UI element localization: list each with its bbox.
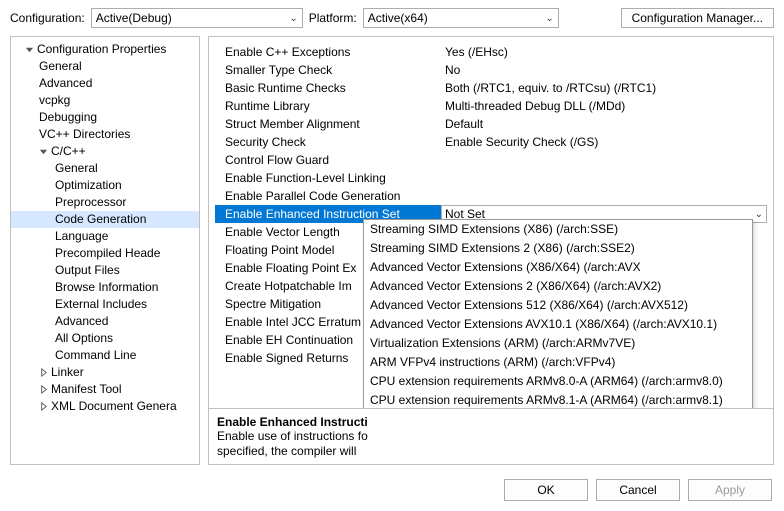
property-value: Multi-threaded Debug DLL (/MDd) xyxy=(441,99,765,113)
ok-button[interactable]: OK xyxy=(504,479,588,501)
tree-item-vcdirs[interactable]: VC++ Directories xyxy=(11,126,199,143)
apply-button[interactable]: Apply xyxy=(688,479,772,501)
property-tree: Configuration Properties General Advance… xyxy=(11,37,199,419)
description-text-2: specified, the compiler will xyxy=(217,444,765,459)
instruction-set-dropdown[interactable]: Streaming SIMD Extensions (X86) (/arch:S… xyxy=(363,219,753,408)
tree-item-cc-codegen[interactable]: Code Generation xyxy=(11,211,199,228)
property-name: Enable C++ Exceptions xyxy=(215,45,441,59)
dropdown-option[interactable]: CPU extension requirements ARMv8.0-A (AR… xyxy=(364,372,752,391)
tree-root-config-props[interactable]: Configuration Properties xyxy=(11,41,199,58)
property-value: Both (/RTC1, equiv. to /RTCsu) (/RTC1) xyxy=(441,81,765,95)
tree-item-advanced[interactable]: Advanced xyxy=(11,75,199,92)
tree-item-cc-pch[interactable]: Precompiled Heade xyxy=(11,245,199,262)
triangle-down-icon xyxy=(37,147,49,156)
property-grid: Enable C++ ExceptionsYes (/EHsc)Smaller … xyxy=(209,37,773,408)
property-name: Basic Runtime Checks xyxy=(215,81,441,95)
tree-item-cc-advanced[interactable]: Advanced xyxy=(11,313,199,330)
property-name: Control Flow Guard xyxy=(215,153,441,167)
dropdown-option[interactable]: Streaming SIMD Extensions 2 (X86) (/arch… xyxy=(364,239,752,258)
config-label: Configuration: xyxy=(10,11,85,25)
tree-item-manifest[interactable]: Manifest Tool xyxy=(11,381,199,398)
configuration-value: Active(Debug) xyxy=(96,11,172,25)
property-row[interactable]: Runtime LibraryMulti-threaded Debug DLL … xyxy=(215,97,765,115)
property-row[interactable]: Security CheckEnable Security Check (/GS… xyxy=(215,133,765,151)
platform-select[interactable]: Active(x64) ⌄ xyxy=(363,8,559,28)
property-name: Enable Parallel Code Generation xyxy=(215,189,441,203)
tree-item-cc-browse[interactable]: Browse Information xyxy=(11,279,199,296)
dropdown-option[interactable]: CPU extension requirements ARMv8.1-A (AR… xyxy=(364,391,752,408)
chevron-down-icon: ⌄ xyxy=(289,13,297,24)
platform-label: Platform: xyxy=(309,11,357,25)
property-row[interactable]: Smaller Type CheckNo xyxy=(215,61,765,79)
property-value: No xyxy=(441,63,765,77)
cancel-button[interactable]: Cancel xyxy=(596,479,680,501)
dropdown-option[interactable]: Advanced Vector Extensions (X86/X64) (/a… xyxy=(364,258,752,277)
property-row[interactable]: Enable Function-Level Linking xyxy=(215,169,765,187)
description-title: Enable Enhanced Instructi xyxy=(217,415,765,429)
tree-item-general[interactable]: General xyxy=(11,58,199,75)
content-split: Configuration Properties General Advance… xyxy=(0,36,784,473)
property-row[interactable]: Enable Parallel Code Generation xyxy=(215,187,765,205)
dropdown-option[interactable]: Streaming SIMD Extensions (X86) (/arch:S… xyxy=(364,220,752,239)
property-row[interactable]: Basic Runtime ChecksBoth (/RTC1, equiv. … xyxy=(215,79,765,97)
property-pane: Enable C++ ExceptionsYes (/EHsc)Smaller … xyxy=(208,36,774,465)
tree-item-cc-extincl[interactable]: External Includes xyxy=(11,296,199,313)
property-row[interactable]: Control Flow Guard xyxy=(215,151,765,169)
dropdown-option[interactable]: Advanced Vector Extensions 512 (X86/X64)… xyxy=(364,296,752,315)
property-row[interactable]: Struct Member AlignmentDefault xyxy=(215,115,765,133)
platform-value: Active(x64) xyxy=(368,11,428,25)
property-name: Smaller Type Check xyxy=(215,63,441,77)
dropdown-option[interactable]: Advanced Vector Extensions AVX10.1 (X86/… xyxy=(364,315,752,334)
configuration-manager-button[interactable]: Configuration Manager... xyxy=(621,8,774,28)
property-value: Default xyxy=(441,117,765,131)
description-text: Enable use of instructions fo xyxy=(217,429,765,444)
tree-item-cc-preprocessor[interactable]: Preprocessor xyxy=(11,194,199,211)
tree-item-ccpp[interactable]: C/C++ xyxy=(11,143,199,160)
property-value: Enable Security Check (/GS) xyxy=(441,135,765,149)
description-panel: Enable Enhanced Instructi Enable use of … xyxy=(209,408,773,464)
tree-item-cc-allopt[interactable]: All Options xyxy=(11,330,199,347)
tree-item-cc-optimization[interactable]: Optimization xyxy=(11,177,199,194)
tree-item-cc-general[interactable]: General xyxy=(11,160,199,177)
chevron-down-icon: ⌄ xyxy=(755,209,763,220)
dropdown-option[interactable]: Advanced Vector Extensions 2 (X86/X64) (… xyxy=(364,277,752,296)
triangle-down-icon xyxy=(23,45,35,54)
tree-item-linker[interactable]: Linker xyxy=(11,364,199,381)
tree-item-cc-language[interactable]: Language xyxy=(11,228,199,245)
property-name: Enable Function-Level Linking xyxy=(215,171,441,185)
triangle-right-icon xyxy=(37,385,49,394)
property-name: Struct Member Alignment xyxy=(215,117,441,131)
property-value: Yes (/EHsc) xyxy=(441,45,765,59)
triangle-right-icon xyxy=(37,368,49,377)
tree-item-xmldoc[interactable]: XML Document Genera xyxy=(11,398,199,415)
triangle-right-icon xyxy=(37,402,49,411)
tree-item-cc-output[interactable]: Output Files xyxy=(11,262,199,279)
property-name: Security Check xyxy=(215,135,441,149)
dropdown-option[interactable]: Virtualization Extensions (ARM) (/arch:A… xyxy=(364,334,752,353)
top-bar: Configuration: Active(Debug) ⌄ Platform:… xyxy=(0,0,784,36)
tree-item-vcpkg[interactable]: vcpkg xyxy=(11,92,199,109)
tree-item-cc-cmdline[interactable]: Command Line xyxy=(11,347,199,364)
dropdown-option[interactable]: ARM VFPv4 instructions (ARM) (/arch:VFPv… xyxy=(364,353,752,372)
configuration-select[interactable]: Active(Debug) ⌄ xyxy=(91,8,303,28)
chevron-down-icon: ⌄ xyxy=(545,13,553,24)
property-row[interactable]: Enable C++ ExceptionsYes (/EHsc) xyxy=(215,43,765,61)
property-name: Runtime Library xyxy=(215,99,441,113)
dialog-buttons: OK Cancel Apply xyxy=(0,473,784,511)
tree-pane: Configuration Properties General Advance… xyxy=(10,36,200,465)
tree-item-debugging[interactable]: Debugging xyxy=(11,109,199,126)
